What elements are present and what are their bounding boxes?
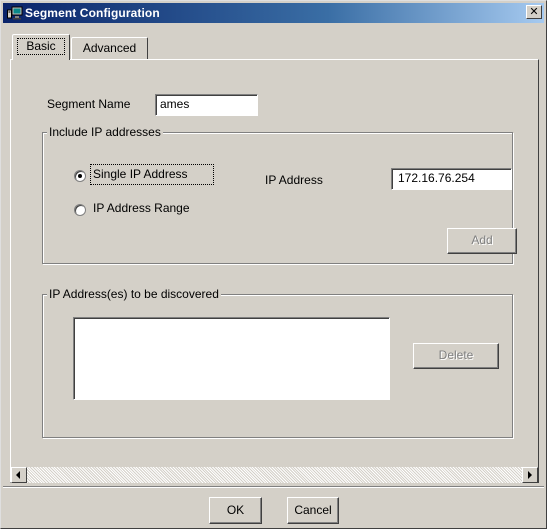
scroll-left-arrow-icon	[16, 471, 20, 479]
window-title: Segment Configuration	[25, 6, 160, 20]
include-ip-addresses-title: Include IP addresses	[47, 125, 163, 139]
scroll-left-button[interactable]	[11, 467, 27, 483]
ok-button-label: OK	[226, 503, 245, 517]
ip-address-label: IP Address	[265, 173, 323, 187]
ip-address-field[interactable]: 172.16.76.254	[391, 168, 512, 190]
add-button[interactable]: Add	[447, 228, 517, 254]
ip-addresses-to-discover-group: IP Address(es) to be discovered Delete	[42, 287, 513, 438]
segment-name-label: Segment Name	[47, 97, 131, 111]
title-bar[interactable]: Segment Configuration ✕	[3, 3, 544, 23]
ip-range-radio[interactable]	[74, 204, 86, 216]
cancel-button-label: Cancel	[294, 503, 332, 517]
scroll-right-button[interactable]	[522, 467, 538, 483]
ip-address-value: 172.16.76.254	[398, 171, 475, 185]
delete-button[interactable]: Delete	[413, 343, 499, 369]
ip-range-label[interactable]: IP Address Range	[93, 201, 190, 215]
radio-selected-dot	[78, 174, 82, 178]
ok-button[interactable]: OK	[209, 497, 262, 524]
segment-configuration-dialog: Segment Configuration ✕ Basic Advanced S…	[0, 0, 547, 529]
tab-basic-label: Basic	[26, 39, 56, 53]
tab-advanced-label: Advanced	[82, 41, 137, 55]
scroll-right-arrow-icon	[528, 471, 532, 479]
close-icon: ✕	[529, 6, 539, 18]
add-button-label: Add	[471, 233, 493, 247]
ip-addresses-to-discover-title: IP Address(es) to be discovered	[47, 287, 221, 301]
basic-tab-panel: Segment Name ames Include IP addresses S…	[10, 59, 539, 483]
tab-basic[interactable]: Basic	[12, 34, 70, 60]
scroll-track[interactable]	[27, 467, 522, 483]
cancel-button[interactable]: Cancel	[287, 497, 339, 524]
discovered-ip-list[interactable]	[73, 317, 390, 400]
horizontal-scrollbar[interactable]	[11, 466, 538, 483]
segment-name-value: ames	[160, 97, 190, 111]
close-button[interactable]: ✕	[526, 5, 542, 19]
footer-divider	[3, 486, 544, 488]
network-computer-icon	[7, 6, 23, 20]
delete-button-label: Delete	[438, 348, 474, 362]
single-ip-label[interactable]: Single IP Address	[93, 167, 188, 181]
tab-advanced[interactable]: Advanced	[71, 37, 148, 60]
segment-name-field[interactable]: ames	[155, 94, 258, 116]
include-ip-addresses-group: Include IP addresses Single IP Address I…	[42, 125, 517, 264]
single-ip-radio[interactable]	[74, 170, 86, 182]
